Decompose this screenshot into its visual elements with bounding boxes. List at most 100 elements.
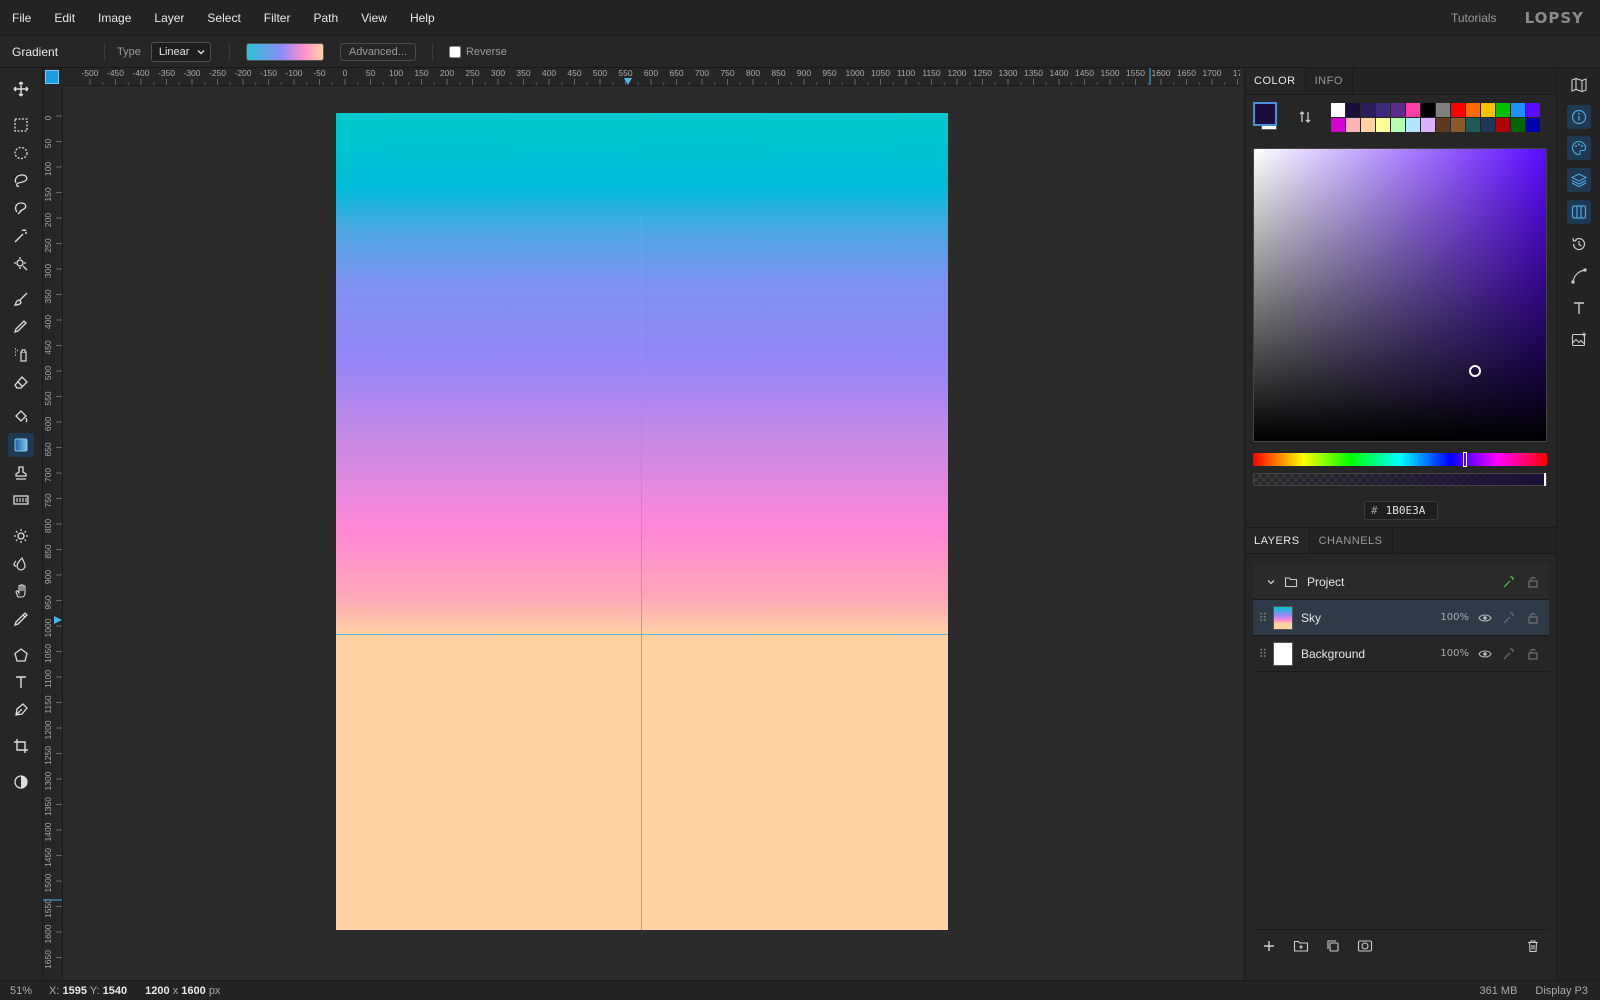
swap-colors-icon[interactable]: [1297, 109, 1313, 125]
menu-select[interactable]: Select: [195, 11, 251, 25]
eye-icon[interactable]: [1477, 646, 1493, 662]
hue-slider[interactable]: [1253, 452, 1547, 467]
color-swatch[interactable]: [1481, 118, 1495, 132]
gradient-type-select[interactable]: Linear: [150, 41, 211, 62]
color-swatch[interactable]: [1361, 118, 1375, 132]
palette-icon[interactable]: [1567, 136, 1591, 160]
guide-marker-icon[interactable]: [54, 616, 62, 624]
lock-icon[interactable]: [1525, 646, 1541, 662]
spray-icon[interactable]: [8, 342, 34, 366]
layer-group-project[interactable]: Project: [1253, 564, 1549, 600]
contrast-icon[interactable]: [8, 770, 34, 794]
new-group-icon[interactable]: [1285, 932, 1317, 960]
document-canvas[interactable]: [336, 113, 948, 930]
foreground-color-swatch[interactable]: [1253, 102, 1277, 126]
color-swatch[interactable]: [1406, 118, 1420, 132]
color-swatch[interactable]: [1406, 103, 1420, 117]
color-swatch[interactable]: [1421, 103, 1435, 117]
saturation-value-picker[interactable]: [1253, 148, 1547, 442]
drag-handle-icon[interactable]: ⠿: [1253, 611, 1273, 625]
pen-icon[interactable]: [8, 698, 34, 722]
chevron-down-icon[interactable]: [1263, 574, 1279, 590]
advanced-button[interactable]: Advanced...: [339, 42, 416, 61]
layer-row-sky[interactable]: ⠿ Sky 100%: [1253, 600, 1549, 636]
channels-icon[interactable]: [1567, 200, 1591, 224]
color-swatch[interactable]: [1376, 118, 1390, 132]
color-swatch[interactable]: [1391, 103, 1405, 117]
color-swatch[interactable]: [1511, 103, 1525, 117]
brush-icon[interactable]: [8, 287, 34, 311]
lasso-icon[interactable]: [8, 168, 34, 192]
horizontal-ruler[interactable]: -500 -450 -400 -350 -300 -250 -200 -150 -100 -50 0…: [63, 68, 1240, 86]
color-swatch[interactable]: [1376, 103, 1390, 117]
pencil-icon[interactable]: [8, 314, 34, 338]
layer-mask-icon[interactable]: [1349, 932, 1381, 960]
color-profile[interactable]: Display P3: [1535, 985, 1588, 997]
magic-wand-icon[interactable]: [8, 224, 34, 248]
text-icon[interactable]: [8, 670, 34, 694]
gradient-preview-swatch[interactable]: [245, 42, 324, 61]
brightness-icon[interactable]: [8, 524, 34, 548]
reverse-checkbox[interactable]: [448, 45, 461, 58]
pattern-icon[interactable]: [8, 488, 34, 512]
color-swatch[interactable]: [1391, 118, 1405, 132]
map-icon[interactable]: [1567, 73, 1591, 97]
color-swatch[interactable]: [1436, 103, 1450, 117]
zoom-level[interactable]: 51%: [0, 985, 43, 997]
menu-edit[interactable]: Edit: [42, 11, 86, 25]
canvas-area[interactable]: [63, 86, 1240, 980]
drag-handle-icon[interactable]: ⠿: [1253, 647, 1273, 661]
layers-icon[interactable]: [1567, 168, 1591, 192]
color-swatch[interactable]: [1526, 118, 1540, 132]
move-icon[interactable]: [8, 77, 34, 101]
image-add-icon[interactable]: [1567, 328, 1591, 352]
color-swatch[interactable]: [1346, 103, 1360, 117]
effects-icon[interactable]: [1501, 646, 1517, 662]
color-swatch[interactable]: [1496, 103, 1510, 117]
layer-row-background[interactable]: ⠿ Background 100%: [1253, 636, 1549, 672]
blur-icon[interactable]: [8, 552, 34, 576]
tab-channels[interactable]: CHANNELS: [1310, 528, 1393, 553]
horizontal-guide[interactable]: [336, 634, 948, 635]
hex-input[interactable]: # 1B0E3A: [1364, 501, 1438, 520]
lock-icon[interactable]: [1525, 574, 1541, 590]
menu-file[interactable]: File: [0, 11, 42, 25]
history-icon[interactable]: [1567, 232, 1591, 256]
text-tool-icon[interactable]: [1567, 296, 1591, 320]
effects-icon[interactable]: [1501, 574, 1517, 590]
tab-layers[interactable]: LAYERS: [1245, 528, 1310, 553]
eye-icon[interactable]: [1477, 610, 1493, 626]
color-swatch[interactable]: [1481, 103, 1495, 117]
eyedropper-icon[interactable]: [8, 607, 34, 631]
color-swatch[interactable]: [1421, 118, 1435, 132]
add-layer-icon[interactable]: [1253, 932, 1285, 960]
tab-color[interactable]: COLOR: [1245, 68, 1306, 94]
crop-icon[interactable]: [8, 734, 34, 758]
stamp-icon[interactable]: [8, 461, 34, 485]
hue-slider-handle[interactable]: [1463, 452, 1467, 467]
paint-bucket-icon[interactable]: [8, 405, 34, 429]
layer-opacity[interactable]: 100%: [1440, 612, 1469, 623]
vertical-guide[interactable]: [641, 215, 642, 930]
picker-cursor[interactable]: [1469, 365, 1481, 377]
magnetic-lasso-icon[interactable]: [8, 196, 34, 220]
delete-layer-icon[interactable]: [1517, 932, 1549, 960]
color-swatch[interactable]: [1331, 118, 1345, 132]
color-swatch[interactable]: [1451, 103, 1465, 117]
color-swatch[interactable]: [1511, 118, 1525, 132]
path-icon[interactable]: [1567, 264, 1591, 288]
color-swatch[interactable]: [1436, 118, 1450, 132]
color-swatch[interactable]: [1496, 118, 1510, 132]
effects-icon[interactable]: [1501, 610, 1517, 626]
color-swatch[interactable]: [1466, 103, 1480, 117]
menu-image[interactable]: Image: [86, 11, 142, 25]
tab-info[interactable]: INFO: [1306, 68, 1353, 94]
color-swatch[interactable]: [1346, 118, 1360, 132]
vertical-ruler[interactable]: 0 50 100 150 200 250 300 350 400 450 500 550 600 650 7…: [43, 86, 63, 980]
menu-filter[interactable]: Filter: [252, 11, 302, 25]
eraser-icon[interactable]: [8, 370, 34, 394]
rect-select-icon[interactable]: [8, 113, 34, 137]
ellipse-select-icon[interactable]: [8, 141, 34, 165]
alpha-slider-handle[interactable]: [1544, 473, 1546, 486]
menu-layer[interactable]: Layer: [142, 11, 195, 25]
